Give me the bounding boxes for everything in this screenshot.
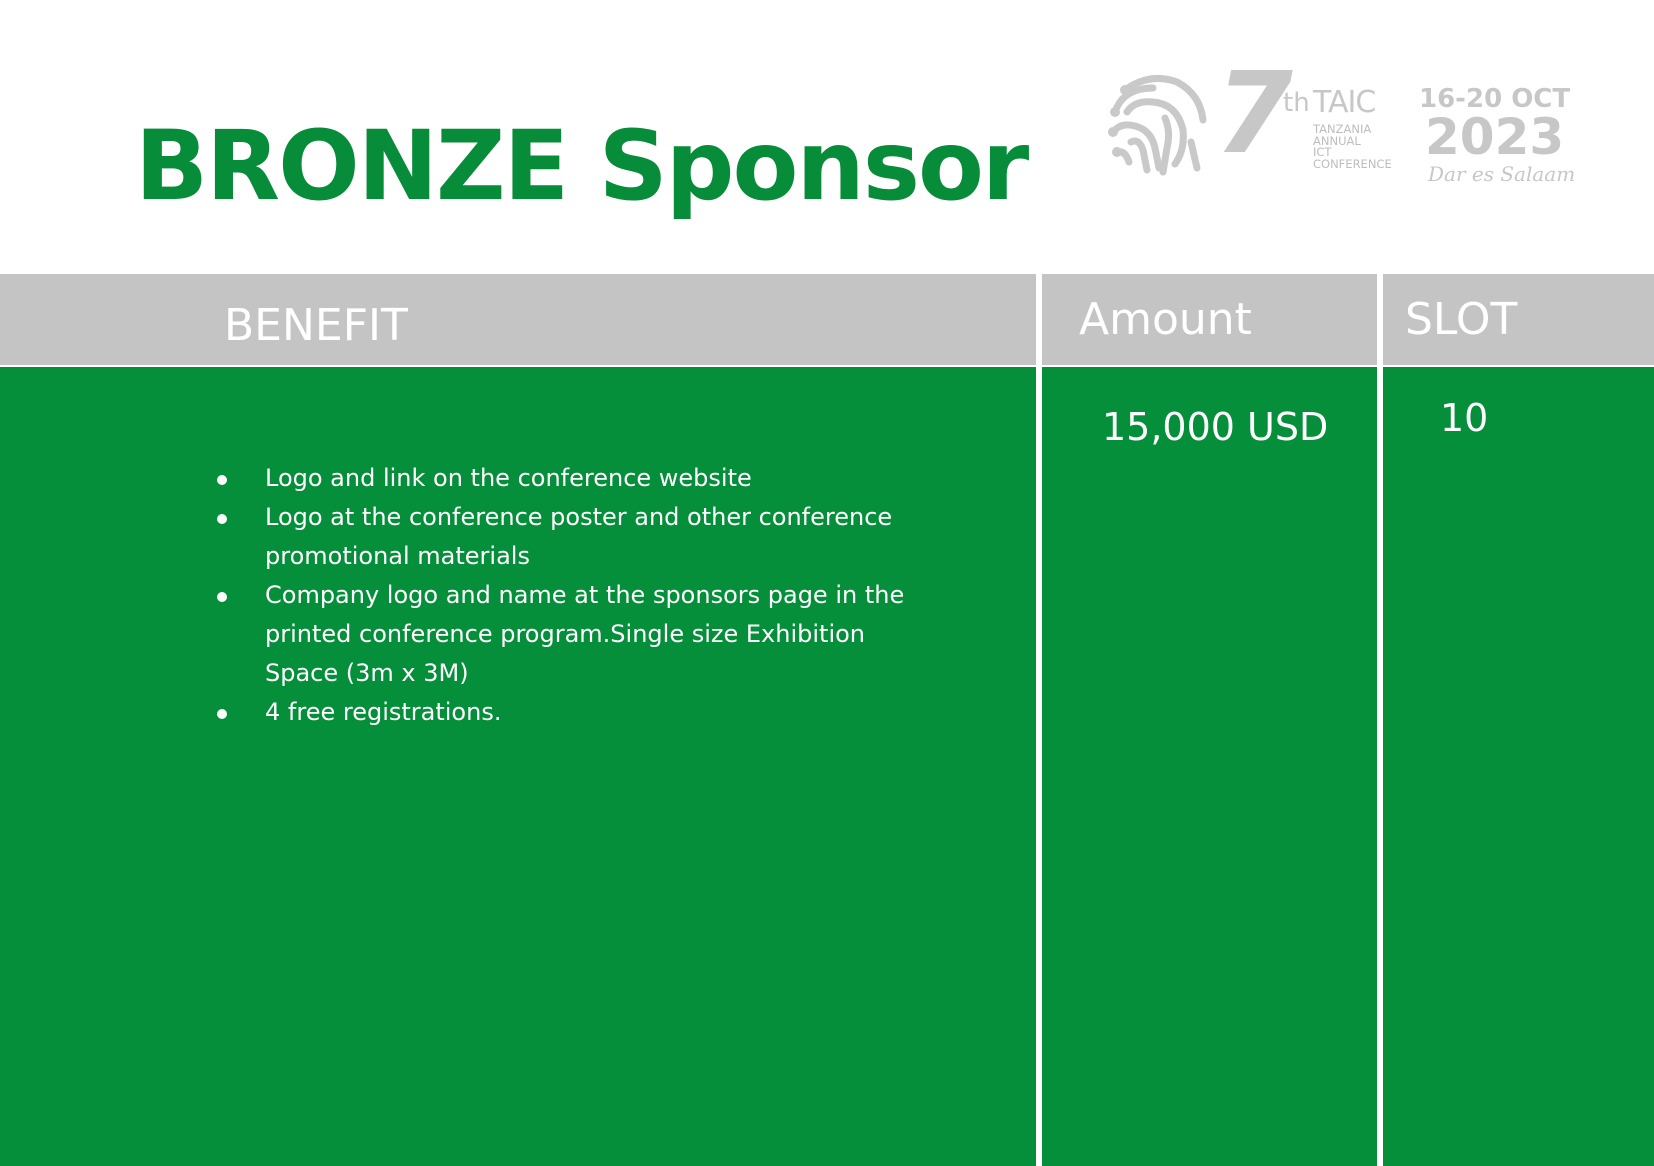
- slot-header-cell: SLOT: [1383, 274, 1654, 365]
- amount-header-cell: Amount: [1042, 274, 1377, 365]
- logo-edition-suffix: th: [1283, 88, 1310, 118]
- benefit-item: Company logo and name at the sponsors pa…: [210, 576, 910, 693]
- amount-value: 15,000 USD: [1102, 405, 1329, 449]
- benefit-item-text: Company logo and name at the sponsors pa…: [265, 581, 905, 687]
- benefit-header: BENEFIT: [224, 300, 408, 351]
- logo-subtitle-line: CONFERENCE: [1313, 156, 1392, 171]
- slot-value: 10: [1440, 396, 1489, 440]
- bullet-icon: [217, 475, 227, 485]
- benefit-item: Logo and link on the conference website: [210, 459, 910, 498]
- benefit-header-cell: BENEFIT: [0, 274, 1036, 365]
- bullet-icon: [217, 514, 227, 524]
- slot-header: SLOT: [1405, 294, 1518, 345]
- page-title: BRONZE Sponsor: [135, 110, 1029, 222]
- fingerprint-circuit-icon: [1108, 74, 1207, 176]
- benefit-item-text: 4 free registrations.: [265, 698, 502, 726]
- benefit-item: Logo at the conference poster and other …: [210, 498, 910, 576]
- bullet-icon: [217, 709, 227, 719]
- slot-cell: 10: [1383, 367, 1654, 1166]
- benefit-cell: Logo and link on the conference website …: [0, 367, 1036, 1166]
- logo-edition-number: 7: [1215, 49, 1293, 179]
- benefit-list: Logo and link on the conference website …: [210, 459, 910, 732]
- logo-city: Dar es Salaam: [1428, 162, 1576, 186]
- logo-year: 2023: [1425, 108, 1565, 166]
- benefit-item: 4 free registrations.: [210, 693, 910, 732]
- bullet-icon: [217, 592, 227, 602]
- logo-acronym: TAIC: [1313, 85, 1376, 120]
- benefit-item-text: Logo and link on the conference website: [265, 464, 752, 492]
- amount-cell: 15,000 USD: [1042, 367, 1377, 1166]
- logo-subtitle: TANZANIA ANNUAL ICT CONFERENCE: [1313, 123, 1423, 171]
- amount-header: Amount: [1079, 294, 1252, 345]
- conference-logo: 7 th TAIC TANZANIA ANNUAL ICT CONFERENCE…: [1105, 58, 1575, 192]
- benefit-item-text: Logo at the conference poster and other …: [265, 503, 893, 570]
